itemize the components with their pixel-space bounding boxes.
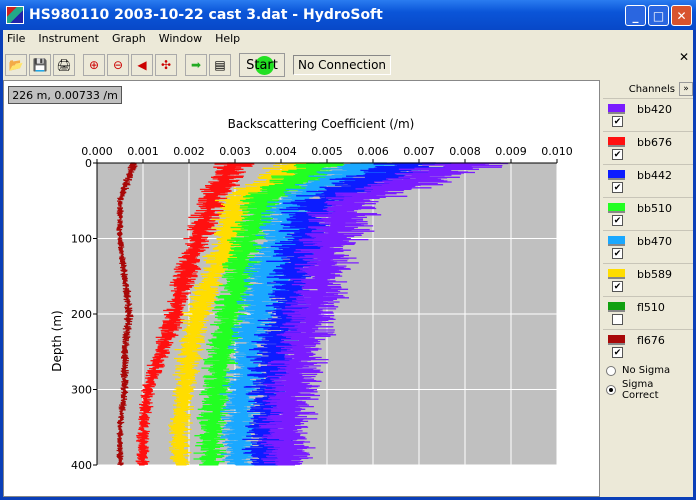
channel-checkbox[interactable]: ✔ xyxy=(612,116,623,127)
x-tick-label: 0.010 xyxy=(541,145,573,158)
chart[interactable]: 0.000 0.001 0.002 0.003 0.004 0.005 0.006 0.007… xyxy=(4,81,601,498)
connection-status: No Connection xyxy=(293,55,392,75)
menu-bar: File Instrument Graph Window Help xyxy=(3,30,693,47)
close-button[interactable]: ✕ xyxy=(671,5,692,26)
channel-label: fl510 xyxy=(637,301,665,314)
color-swatch[interactable] xyxy=(608,104,625,114)
channel-fl676: ✔ fl676 xyxy=(603,329,693,362)
x-tick-label: 0.009 xyxy=(495,145,527,158)
app-icon xyxy=(6,6,24,24)
channel-checkbox[interactable]: ✔ xyxy=(612,248,623,259)
y-tick-label: 100 xyxy=(71,233,92,246)
channel-label: bb676 xyxy=(637,136,672,149)
instrument-computer-icon[interactable]: ▤ xyxy=(209,54,231,76)
sigma-correct-radio[interactable]: Sigma Correct xyxy=(606,379,693,401)
window-title: HS980110 2003-10-22 cast 3.dat - HydroSo… xyxy=(29,7,383,23)
y-tick-label: 300 xyxy=(71,384,92,397)
channel-bb470: ✔ bb470 xyxy=(603,230,693,263)
y-tick-label: 400 xyxy=(71,459,92,472)
mdi-close-icon[interactable]: ✕ xyxy=(679,50,689,64)
menu-graph[interactable]: Graph xyxy=(112,32,146,45)
channel-fl510: fl510 xyxy=(603,296,693,329)
channel-checkbox[interactable]: ✔ xyxy=(612,347,623,358)
x-tick-label: 0.003 xyxy=(219,145,251,158)
title-bar: HS980110 2003-10-22 cast 3.dat - HydroSo… xyxy=(0,0,696,30)
open-folder-icon[interactable]: 📂 xyxy=(5,54,27,76)
start-button[interactable]: Start xyxy=(239,53,285,77)
radio-label: Sigma Correct xyxy=(622,379,659,401)
channel-label: fl676 xyxy=(637,334,665,347)
radio-selected-icon xyxy=(606,385,616,395)
channel-label: bb442 xyxy=(637,169,672,182)
color-swatch[interactable] xyxy=(608,236,625,246)
menu-instrument[interactable]: Instrument xyxy=(38,32,99,45)
y-axis-label: Depth (m) xyxy=(50,310,64,371)
channel-label: bb589 xyxy=(637,268,672,281)
channel-bb510: ✔ bb510 xyxy=(603,197,693,230)
y-tick-label: 0 xyxy=(85,157,92,170)
no-sigma-radio[interactable]: No Sigma xyxy=(606,365,693,376)
channels-title: Channels xyxy=(628,83,675,95)
channel-bb676: ✔ bb676 xyxy=(603,131,693,164)
maximize-button[interactable]: □ xyxy=(648,5,669,26)
x-tick-label: 0.004 xyxy=(265,145,297,158)
color-swatch[interactable] xyxy=(608,203,625,213)
radio-label: No Sigma xyxy=(622,365,671,376)
connect-arrow-icon[interactable]: ➡ xyxy=(185,54,207,76)
channel-bb442: ✔ bb442 xyxy=(603,164,693,197)
x-axis-label: Backscattering Coefficient (/m) xyxy=(228,117,415,131)
color-swatch[interactable] xyxy=(608,335,625,345)
save-disk-icon[interactable]: 💾 xyxy=(29,54,51,76)
y-tick-label: 200 xyxy=(71,308,92,321)
channels-panel: Channels » ✔ bb420 ✔ bb676 ✔ bb442 ✔ bb51… xyxy=(603,80,693,497)
channel-checkbox[interactable]: ✔ xyxy=(612,281,623,292)
zoom-back-icon[interactable]: ◀ xyxy=(131,54,153,76)
toolbar: 📂 💾 🖨 ⊕ ⊖ ◀ ✣ ➡ ▤ Start No Connection xyxy=(3,50,392,80)
x-tick-label: 0.002 xyxy=(173,145,205,158)
zoom-in-icon[interactable]: ⊕ xyxy=(83,54,105,76)
channel-label: bb470 xyxy=(637,235,672,248)
menu-help[interactable]: Help xyxy=(215,32,240,45)
channel-checkbox[interactable]: ✔ xyxy=(612,149,623,160)
minimize-button[interactable]: _ xyxy=(625,5,646,26)
x-tick-label: 0.008 xyxy=(449,145,481,158)
color-swatch[interactable] xyxy=(608,170,625,180)
channel-checkbox[interactable]: ✔ xyxy=(612,182,623,193)
zoom-fit-icon[interactable]: ✣ xyxy=(155,54,177,76)
x-tick-label: 0.006 xyxy=(357,145,389,158)
channel-label: bb420 xyxy=(637,103,672,116)
color-swatch[interactable] xyxy=(608,302,625,312)
channel-bb420: ✔ bb420 xyxy=(603,98,693,131)
menu-file[interactable]: File xyxy=(7,32,25,45)
start-label: Start xyxy=(246,57,278,73)
radio-icon xyxy=(606,365,616,376)
channel-label: bb510 xyxy=(637,202,672,215)
menu-window[interactable]: Window xyxy=(159,32,202,45)
print-icon[interactable]: 🖨 xyxy=(53,54,75,76)
expand-panel-button[interactable]: » xyxy=(679,82,693,96)
color-swatch[interactable] xyxy=(608,269,625,279)
color-swatch[interactable] xyxy=(608,137,625,147)
graph-area: 226 m, 0.00733 /m 0.000 0.001 0.002 0.003 0.… xyxy=(3,80,600,497)
x-tick-label: 0.005 xyxy=(311,145,343,158)
zoom-out-icon[interactable]: ⊖ xyxy=(107,54,129,76)
x-tick-label: 0.001 xyxy=(127,145,159,158)
channel-checkbox[interactable]: ✔ xyxy=(612,215,623,226)
channel-bb589: ✔ bb589 xyxy=(603,263,693,296)
channel-checkbox[interactable] xyxy=(612,314,623,325)
x-tick-label: 0.007 xyxy=(403,145,435,158)
